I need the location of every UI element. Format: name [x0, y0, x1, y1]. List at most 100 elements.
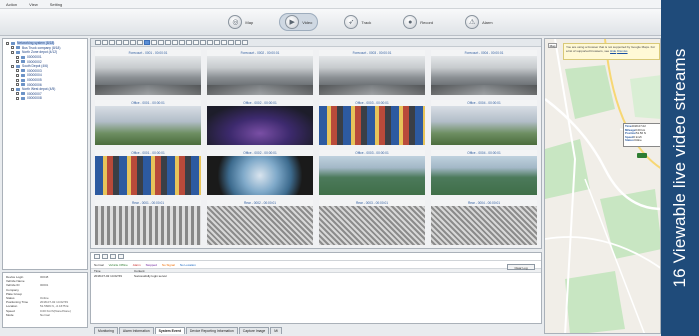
layout-button[interactable]: [221, 40, 227, 45]
checkbox[interactable]: [16, 69, 19, 73]
video-tile[interactable]: Forecourt - 0002 - 00:00:01: [207, 50, 313, 95]
video-tile[interactable]: Office - 0002 - 00:00:01: [207, 150, 313, 195]
map-type-button[interactable]: Map: [548, 43, 557, 48]
layout-button[interactable]: [207, 40, 213, 45]
video-feed[interactable]: [207, 206, 313, 245]
video-tile[interactable]: Rear - 0003 - 00:00:01: [319, 200, 425, 245]
log-filter[interactable]: Stopped: [146, 263, 157, 267]
notice-hide-link[interactable]: Hide: [610, 49, 616, 53]
checkbox[interactable]: [16, 83, 19, 87]
tab-device-reporting-information[interactable]: Device Reporting Information: [185, 327, 238, 334]
log-tool-button[interactable]: [94, 254, 100, 259]
video-tile[interactable]: Forecourt - 0004 - 00:00:01: [431, 50, 537, 95]
video-tile[interactable]: Office - 0004 - 00:00:01: [431, 150, 537, 195]
log-tool-button[interactable]: [110, 254, 116, 259]
layout-button[interactable]: [235, 40, 241, 45]
layout-button[interactable]: [172, 40, 178, 45]
video-feed[interactable]: [319, 106, 425, 145]
video-feed[interactable]: [319, 156, 425, 195]
toolbar-alarm-button[interactable]: ⚠ Alarm: [459, 13, 498, 31]
layout-button[interactable]: [123, 40, 129, 45]
menu-item-setting[interactable]: Setting: [50, 2, 62, 7]
video-feed[interactable]: [431, 206, 537, 245]
video-feed[interactable]: [431, 156, 537, 195]
layout-button[interactable]: [109, 40, 115, 45]
video-feed[interactable]: [95, 56, 201, 95]
video-tile[interactable]: Office - 0003 - 00:00:01: [319, 150, 425, 195]
layout-button[interactable]: [158, 40, 164, 45]
checkbox[interactable]: [16, 73, 19, 77]
video-tile[interactable]: Office - 0003 - 00:00:01: [319, 100, 425, 145]
toolbar-map-button[interactable]: ◎ Map: [222, 13, 259, 31]
layout-button[interactable]: [151, 40, 157, 45]
layout-button[interactable]: [186, 40, 192, 45]
checkbox[interactable]: [11, 64, 14, 68]
checkbox[interactable]: [6, 41, 9, 45]
log-filter[interactable]: Normal: [94, 263, 104, 267]
tab-capture-image[interactable]: Capture Image: [238, 327, 270, 334]
checkbox[interactable]: [16, 78, 19, 82]
video-feed[interactable]: [207, 56, 313, 95]
toolbar-video-button[interactable]: ▶ Video: [279, 13, 319, 31]
video-tile[interactable]: Rear - 0002 - 00:00:01: [207, 200, 313, 245]
log-filter[interactable]: No Location: [180, 263, 196, 267]
layout-button[interactable]: [200, 40, 206, 45]
video-feed[interactable]: [95, 206, 201, 245]
map-canvas[interactable]: [545, 39, 661, 334]
tab-mi[interactable]: Mi: [270, 327, 282, 334]
tab-system-event[interactable]: System Event: [154, 327, 185, 334]
menu-item-view[interactable]: View: [29, 2, 38, 7]
video-feed[interactable]: [431, 106, 537, 145]
vehicle-marker[interactable]: [637, 153, 647, 158]
video-tile[interactable]: Forecourt - 0003 - 00:00:01: [319, 50, 425, 95]
layout-button[interactable]: [137, 40, 143, 45]
menu-item-action[interactable]: Action: [6, 2, 17, 7]
checkbox[interactable]: [11, 87, 14, 91]
video-tile[interactable]: Forecourt - 0001 - 00:00:01: [95, 50, 201, 95]
layout-button[interactable]: [214, 40, 220, 45]
video-tile[interactable]: Office - 0001 - 00:00:01: [95, 100, 201, 145]
video-feed[interactable]: [95, 106, 201, 145]
log-tool-button[interactable]: [118, 254, 124, 259]
video-feed[interactable]: [431, 56, 537, 95]
layout-button[interactable]: [116, 40, 122, 45]
layout-button[interactable]: [165, 40, 171, 45]
map-panel[interactable]: Map You are using a browser that is not …: [544, 38, 661, 334]
device-tree[interactable]: Networking system (8/18) Bus Truck compan…: [2, 38, 88, 270]
layout-button[interactable]: [193, 40, 199, 45]
checkbox[interactable]: [16, 96, 19, 100]
log-filter[interactable]: Vehicle Offline: [109, 263, 128, 267]
tree-item[interactable]: 00000008: [6, 96, 84, 101]
video-feed[interactable]: [95, 156, 201, 195]
layout-button[interactable]: [242, 40, 248, 45]
layout-button[interactable]: [102, 40, 108, 45]
layout-button[interactable]: [179, 40, 185, 45]
video-tile[interactable]: Office - 0002 - 00:00:01: [207, 100, 313, 145]
toolbar-track-button[interactable]: ➶ Track: [338, 13, 377, 31]
video-tile[interactable]: Rear - 0001 - 00:00:01: [95, 200, 201, 245]
video-feed[interactable]: [207, 106, 313, 145]
video-tile[interactable]: Rear - 0004 - 00:00:01: [431, 200, 537, 245]
checkbox[interactable]: [11, 50, 14, 54]
video-feed[interactable]: [319, 56, 425, 95]
clear-log-button[interactable]: Clear Log: [507, 264, 535, 270]
checkbox[interactable]: [16, 55, 19, 59]
video-feed[interactable]: [207, 156, 313, 195]
checkbox[interactable]: [11, 46, 14, 50]
log-filter[interactable]: No Signal: [162, 263, 175, 267]
layout-button[interactable]: [144, 40, 150, 45]
layout-button[interactable]: [95, 40, 101, 45]
log-filter[interactable]: Alarm: [133, 263, 141, 267]
tab-alarm-information[interactable]: Alarm Information: [118, 327, 154, 334]
layout-button[interactable]: [228, 40, 234, 45]
checkbox[interactable]: [16, 60, 19, 64]
video-tile[interactable]: Office - 0004 - 00:00:01: [431, 100, 537, 145]
notice-dismiss-link[interactable]: Dismiss: [617, 49, 628, 53]
checkbox[interactable]: [16, 92, 19, 96]
toolbar-record-button[interactable]: ● Record: [397, 13, 439, 31]
tab-monitoring[interactable]: Monitoring: [94, 327, 118, 334]
layout-button[interactable]: [130, 40, 136, 45]
log-tool-button[interactable]: [102, 254, 108, 259]
video-tile[interactable]: Office - 0001 - 00:00:01: [95, 150, 201, 195]
video-feed[interactable]: [319, 206, 425, 245]
